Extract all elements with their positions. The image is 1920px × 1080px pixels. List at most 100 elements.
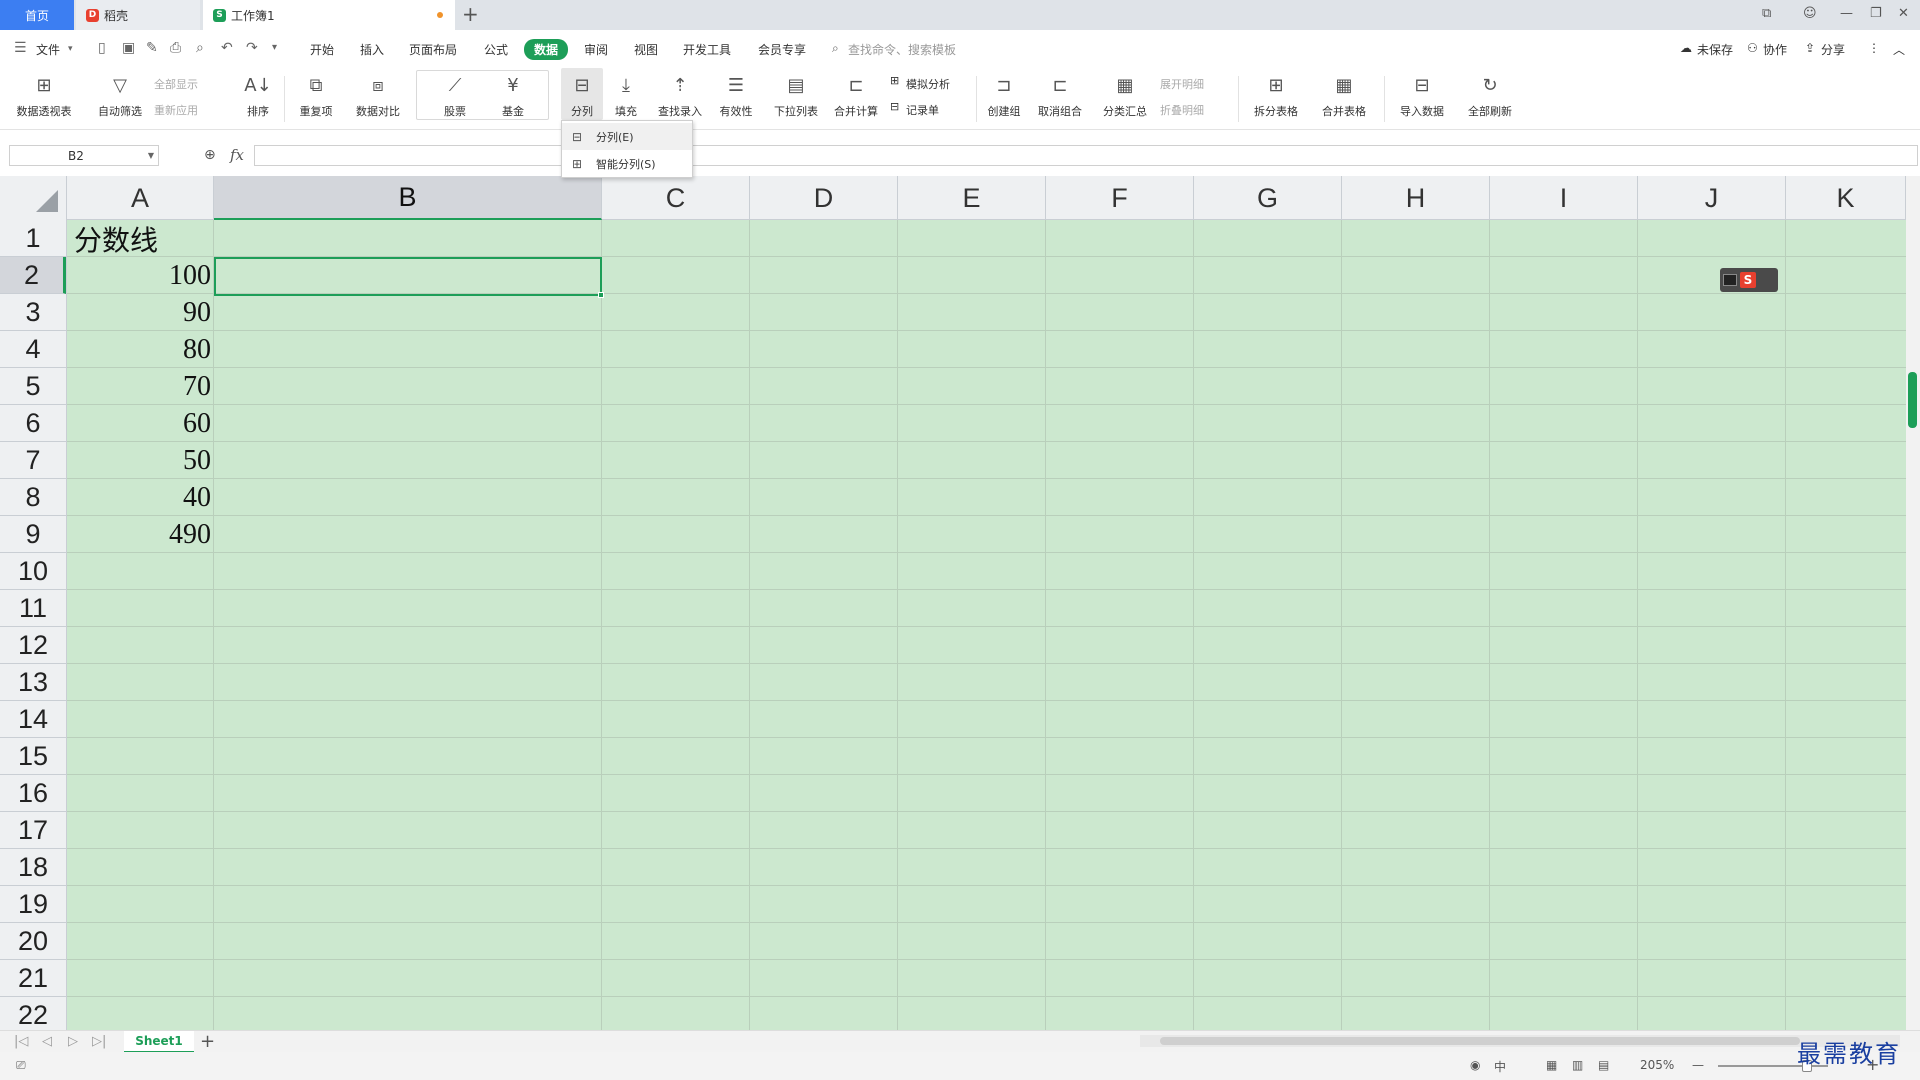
active-cell-selection[interactable] (214, 257, 604, 298)
fx-icon[interactable]: fx (230, 146, 244, 164)
row-header-9[interactable]: 9 (0, 516, 66, 553)
autofilter-button[interactable]: ▽ 自动筛选 (94, 68, 146, 119)
column-header-d[interactable]: D (750, 176, 898, 220)
prev-sheet-icon[interactable]: ◁ (42, 1034, 52, 1049)
fill-handle[interactable] (598, 292, 604, 298)
more-icon[interactable]: ⋮ (1868, 41, 1880, 55)
fund-button[interactable]: ¥ 基金 (488, 68, 538, 119)
row-header-20[interactable]: 20 (0, 923, 66, 960)
consolidate-button[interactable]: ⊏ 合并计算 (830, 68, 882, 119)
row-header-14[interactable]: 14 (0, 701, 66, 738)
tab-home[interactable]: 首页 (0, 0, 74, 30)
split-column-button[interactable]: ⊟ 分列 (561, 68, 603, 120)
redo-icon[interactable]: ↷ (246, 40, 258, 56)
print-preview-icon[interactable]: ⌕ (196, 40, 204, 56)
row-header-6[interactable]: 6 (0, 405, 66, 442)
collapse-detail-button[interactable]: 折叠明细 (1160, 102, 1204, 118)
show-all-button[interactable]: 全部显示 (154, 76, 198, 92)
data-compare-button[interactable]: ⧈ 数据对比 (350, 68, 406, 119)
unsaved-status[interactable]: 未保存 (1697, 41, 1733, 58)
new-tab-button[interactable]: + (462, 2, 479, 26)
row-header-13[interactable]: 13 (0, 664, 66, 701)
row-header-8[interactable]: 8 (0, 479, 66, 516)
new-file-icon[interactable]: ▯ (98, 40, 106, 56)
eye-protect-icon[interactable]: ◉ (1470, 1058, 1480, 1072)
menu-insert[interactable]: 插入 (360, 41, 384, 58)
row-header-18[interactable]: 18 (0, 849, 66, 886)
reapply-button[interactable]: 重新应用 (154, 102, 198, 118)
column-header-j[interactable]: J (1638, 176, 1786, 220)
column-header-f[interactable]: F (1046, 176, 1194, 220)
duplicates-button[interactable]: ⧉ 重复项 (292, 68, 340, 119)
scroll-thumb[interactable] (1160, 1037, 1800, 1045)
row-header-17[interactable]: 17 (0, 812, 66, 849)
minimize-icon[interactable]: — (1840, 6, 1853, 21)
tab-workbook[interactable]: S 工作簿1 (203, 0, 455, 30)
cell-a4[interactable]: 80 (67, 331, 214, 368)
last-sheet-icon[interactable]: ▷| (92, 1034, 106, 1049)
vertical-scrollbar[interactable] (1906, 176, 1920, 1030)
row-header-22[interactable]: 22 (0, 997, 66, 1030)
validity-button[interactable]: ☰ 有效性 (714, 68, 758, 119)
row-header-19[interactable]: 19 (0, 886, 66, 923)
menu-member[interactable]: 会员专享 (758, 41, 806, 58)
refresh-all-button[interactable]: ↻ 全部刷新 (1460, 68, 1520, 119)
name-box[interactable]: B2 ▼ (9, 145, 159, 166)
undo-icon[interactable]: ↶ (221, 40, 233, 56)
row-header-12[interactable]: 12 (0, 627, 66, 664)
row-header-3[interactable]: 3 (0, 294, 66, 331)
row-header-4[interactable]: 4 (0, 331, 66, 368)
print-icon[interactable]: ⎙ (170, 40, 181, 56)
menu-file[interactable]: 文件 (36, 41, 60, 58)
whatif-button[interactable]: 模拟分析 (906, 76, 950, 92)
ime-toolbar[interactable]: S (1720, 268, 1778, 292)
menu-review[interactable]: 审阅 (584, 41, 608, 58)
pivot-table-button[interactable]: ⊞ 数据透视表 (12, 68, 76, 119)
menu-item-split-column[interactable]: ⊟ 分列(E) (562, 123, 692, 150)
row-header-1[interactable]: 1 (0, 220, 66, 257)
input-mode-icon[interactable]: 中 (1494, 1058, 1506, 1075)
menu-view[interactable]: 视图 (634, 41, 658, 58)
expand-detail-button[interactable]: 展开明细 (1160, 76, 1204, 92)
sort-button[interactable]: A↓ 排序 (238, 68, 278, 119)
window-layout-icon[interactable]: ⧉ (1762, 6, 1771, 21)
horizontal-scrollbar[interactable] (1140, 1035, 1900, 1047)
cell-a2[interactable]: 100 (67, 257, 214, 294)
column-header-k[interactable]: K (1786, 176, 1906, 220)
column-header-i[interactable]: I (1490, 176, 1638, 220)
reading-view-icon[interactable]: ▤ (1598, 1058, 1609, 1072)
command-search-input[interactable]: 查找命令、搜索模板 (848, 41, 956, 58)
ungroup-button[interactable]: ⊏ 取消组合 (1032, 68, 1088, 119)
zoom-icon[interactable]: ⊕ (204, 147, 216, 163)
create-group-button[interactable]: ⊐ 创建组 (984, 68, 1024, 119)
cell-a5[interactable]: 70 (67, 368, 214, 405)
cell-a1[interactable]: 分数线 (67, 220, 214, 257)
cell-a6[interactable]: 60 (67, 405, 214, 442)
avatar[interactable]: ☺ (1803, 6, 1817, 21)
share-button[interactable]: 分享 (1821, 41, 1845, 58)
dropdown-list-button[interactable]: ▤ 下拉列表 (770, 68, 822, 119)
collapse-ribbon-icon[interactable]: ︿ (1893, 41, 1905, 58)
row-header-10[interactable]: 10 (0, 553, 66, 590)
first-sheet-icon[interactable]: |◁ (14, 1034, 28, 1049)
spreadsheet-grid[interactable]: ABCDEFGHIJK 1 2 3 4 5 6 7 8 9 10 11 12 13 14 15 16 17 18 1… (0, 176, 1906, 1030)
fill-button[interactable]: ⤓ 填充 (606, 68, 646, 119)
row-header-21[interactable]: 21 (0, 960, 66, 997)
column-header-a[interactable]: A (67, 176, 214, 220)
cell-a8[interactable]: 40 (67, 479, 214, 516)
column-header-h[interactable]: H (1342, 176, 1490, 220)
add-sheet-button[interactable]: + (200, 1031, 215, 1052)
zoom-out-button[interactable]: — (1692, 1058, 1704, 1072)
menu-dev-tools[interactable]: 开发工具 (683, 41, 731, 58)
column-header-c[interactable]: C (602, 176, 750, 220)
menu-formula[interactable]: 公式 (484, 41, 508, 58)
row-header-16[interactable]: 16 (0, 775, 66, 812)
row-header-7[interactable]: 7 (0, 442, 66, 479)
format-painter-icon[interactable]: ✎ (146, 40, 158, 56)
row-header-11[interactable]: 11 (0, 590, 66, 627)
cell-a9[interactable]: 490 (67, 516, 214, 553)
stock-button[interactable]: ⟋ 股票 (430, 68, 480, 119)
collab-button[interactable]: 协作 (1763, 41, 1787, 58)
menu-item-smart-split[interactable]: ⊞ 智能分列(S) (562, 150, 692, 177)
subtotal-button[interactable]: ▦ 分类汇总 (1100, 68, 1150, 119)
